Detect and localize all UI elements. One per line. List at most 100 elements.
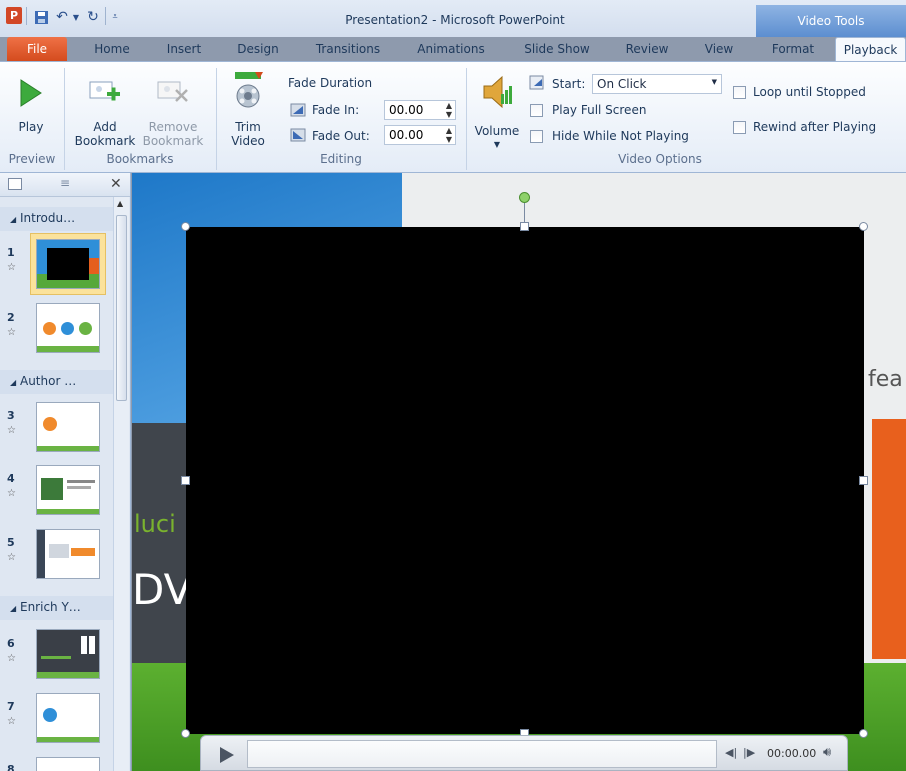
start-value: On Click [597, 77, 647, 91]
collapse-icon: ◢ [10, 215, 17, 224]
redo-icon[interactable]: ↻ [84, 8, 102, 26]
fade-in-label: Fade In: [312, 103, 360, 117]
resize-handle-se[interactable] [859, 729, 868, 738]
resize-handle-n[interactable] [520, 222, 529, 231]
tab-animations[interactable]: Animations [408, 37, 494, 62]
trim-video-icon [235, 72, 263, 108]
group-label-bookmarks: Bookmarks [106, 152, 174, 166]
start-dropdown[interactable]: On Click ▼ [592, 74, 722, 94]
resize-handle-w[interactable] [181, 476, 190, 485]
step-forward-icon[interactable]: |▶ [743, 746, 755, 759]
animation-star-icon: ☆ [7, 327, 16, 338]
tab-slide-show[interactable]: Slide Show [512, 37, 602, 62]
volume-icon[interactable]: 🔊︎ [823, 745, 831, 760]
section-header-3[interactable]: ◢ Enrich Y… [0, 596, 113, 620]
rewind-after-playing-checkbox[interactable] [733, 121, 746, 134]
rotation-handle[interactable] [519, 192, 530, 203]
customize-toolbar-icon[interactable]: ⩡ [109, 8, 121, 26]
close-panel-icon[interactable]: ✕ [110, 176, 122, 192]
tab-insert[interactable]: Insert [156, 37, 212, 62]
fade-in-spinner[interactable]: 00.00 ▲ ▼ [384, 100, 456, 120]
slide-number: 8 [7, 763, 15, 771]
spinner-arrows-icon[interactable]: ▲ ▼ [446, 101, 452, 119]
remove-bookmark-label-1: Remove [148, 120, 198, 134]
slide-thumbnail-4[interactable] [36, 465, 100, 515]
slide-number: 3 [7, 409, 15, 422]
play-label: Play [18, 120, 44, 134]
video-frame[interactable] [186, 227, 864, 734]
ribbon: Play Preview Add Bookmark Remove Bookmar… [0, 61, 906, 173]
resize-handle-nw[interactable] [181, 222, 190, 231]
section-header-2[interactable]: ◢ Author … [0, 370, 113, 394]
collapse-icon: ◢ [10, 604, 17, 613]
spinner-arrows-icon[interactable]: ▲ ▼ [446, 126, 452, 144]
fade-out-spinner[interactable]: 00.00 ▲ ▼ [384, 125, 456, 145]
title-bar: P ↶ ▼ ↻ ⩡ Presentation2 - Microsoft Powe… [0, 0, 906, 37]
window-title: Presentation2 - Microsoft PowerPoint [345, 13, 565, 27]
animation-star-icon: ☆ [7, 552, 16, 563]
tab-home[interactable]: Home [84, 37, 140, 62]
video-tools-header: Video Tools [756, 5, 906, 37]
media-controls: ◀| |▶ 00:00.00 🔊︎ [200, 735, 848, 771]
slides-panel: ≡ ✕ ◢ Introdu… 1 ☆ 2 ☆ ◢ Author … 3 ☆ 4 … [0, 173, 131, 771]
add-bookmark-button[interactable]: Add Bookmark [72, 68, 138, 150]
scroll-thumb[interactable] [116, 215, 127, 401]
group-label-editing: Editing [320, 152, 362, 166]
slide-thumbnail-2[interactable] [36, 303, 100, 353]
slide-thumbnail-5[interactable] [36, 529, 100, 579]
fade-out-label: Fade Out: [312, 129, 370, 143]
fade-in-value: 00.00 [389, 103, 424, 117]
section-header-1[interactable]: ◢ Introdu… [0, 207, 113, 231]
trim-label-1: Trim [235, 120, 261, 134]
slide-thumbnail-7[interactable] [36, 693, 100, 743]
group-label-video-options: Video Options [618, 152, 702, 166]
tab-view[interactable]: View [694, 37, 744, 62]
animation-star-icon: ☆ [7, 425, 16, 436]
panel-scrollbar[interactable]: ▲ [113, 197, 129, 771]
volume-button[interactable]: Volume ▼ [470, 68, 524, 150]
slide-number: 7 [7, 700, 15, 713]
play-preview-button[interactable]: Play [8, 68, 54, 148]
save-icon[interactable] [32, 8, 50, 26]
loop-until-stopped-checkbox[interactable] [733, 86, 746, 99]
resize-handle-ne[interactable] [859, 222, 868, 231]
slide-text-fea: fea [868, 367, 903, 392]
slide-thumbnail-1[interactable] [36, 239, 100, 289]
hide-while-not-playing-checkbox[interactable] [530, 130, 543, 143]
media-play-icon[interactable] [217, 745, 237, 765]
slide-thumbnail-3[interactable] [36, 402, 100, 452]
resize-handle-e[interactable] [859, 476, 868, 485]
slide-number: 6 [7, 637, 15, 650]
slide-orange-block [872, 419, 906, 659]
remove-bookmark-label-2: Bookmark [142, 134, 204, 148]
slide-thumbnail-8[interactable] [36, 757, 100, 771]
tab-playback[interactable]: Playback [835, 37, 906, 62]
add-bookmark-label-1: Add [93, 120, 117, 134]
fade-out-value: 00.00 [389, 128, 424, 142]
slide-number: 2 [7, 311, 15, 324]
volume-dropdown-icon: ▼ [493, 140, 501, 149]
speaker-icon [483, 75, 512, 109]
tab-design[interactable]: Design [228, 37, 288, 62]
powerpoint-logo-icon[interactable]: P [6, 7, 22, 24]
animation-star-icon: ☆ [7, 716, 16, 727]
undo-icon[interactable]: ↶ [53, 8, 71, 26]
hide-while-not-playing-label: Hide While Not Playing [552, 129, 689, 143]
start-label: Start: [552, 77, 586, 91]
trim-video-button[interactable]: Trim Video [222, 66, 274, 150]
resize-handle-sw[interactable] [181, 729, 190, 738]
step-back-icon[interactable]: ◀| [725, 746, 737, 759]
tab-transitions[interactable]: Transitions [306, 37, 390, 62]
tab-review[interactable]: Review [616, 37, 678, 62]
outline-tab-icon[interactable]: ≡ [60, 176, 70, 190]
slide-thumbnail-6[interactable] [36, 629, 100, 679]
seek-bar[interactable] [247, 740, 717, 768]
undo-dropdown-icon[interactable]: ▼ [71, 8, 81, 26]
tab-format[interactable]: Format [760, 37, 826, 62]
scroll-up-icon[interactable]: ▲ [117, 199, 123, 208]
slide-text-luci: luci [134, 510, 176, 538]
play-full-screen-checkbox[interactable] [530, 104, 543, 117]
animation-star-icon: ☆ [7, 488, 16, 499]
slides-tab-icon[interactable] [8, 178, 22, 190]
tab-file[interactable]: File [7, 37, 67, 62]
